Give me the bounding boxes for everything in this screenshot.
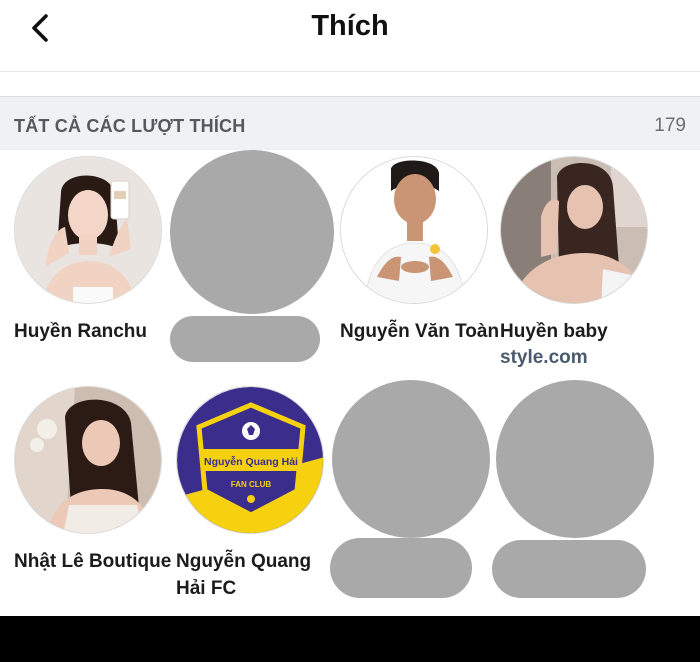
likes-grid: Huyền Ranchu Nguyễn Văn Toàn Huyền baby … xyxy=(0,150,700,616)
blurred-avatar[interactable] xyxy=(332,380,490,538)
liker-card-hidden[interactable] xyxy=(332,380,492,538)
avatar[interactable] xyxy=(14,386,162,534)
avatar[interactable] xyxy=(14,156,162,304)
likes-section-header: TẤT CẢ CÁC LƯỢT THÍCH 179 xyxy=(0,96,700,150)
liker-card-nguyen-quang-hai-fc[interactable]: Nguyễn Quang Hải FAN CLUB Nguyễn Quang H… xyxy=(176,386,336,602)
liker-name[interactable]: Nguyễn Văn Toàn xyxy=(340,318,500,345)
liker-card-nhat-le-boutique[interactable]: Nhật Lê Boutique xyxy=(14,386,174,575)
likes-count: 179 xyxy=(654,115,686,136)
redacted-name xyxy=(170,316,320,362)
liker-name[interactable]: Huyền baby xyxy=(500,318,660,345)
liker-name[interactable]: Nhật Lê Boutique xyxy=(14,548,174,575)
logo-tag: FAN CLUB xyxy=(231,480,272,489)
liker-card-hidden[interactable] xyxy=(170,150,334,314)
liker-name[interactable]: Nguyễn Quang Hải FC xyxy=(176,548,336,602)
page-title: Thích xyxy=(311,10,389,42)
avatar[interactable] xyxy=(340,156,488,304)
spacer xyxy=(0,72,700,96)
logo-title: Nguyễn Quang Hải xyxy=(204,455,298,468)
redacted-name xyxy=(492,540,646,598)
bottom-black-bar xyxy=(0,616,700,662)
liker-card-nguyen-van-toan[interactable]: Nguyễn Văn Toàn xyxy=(340,156,500,345)
liker-website-link[interactable]: style.com xyxy=(500,345,660,371)
redacted-name xyxy=(330,538,472,598)
avatar[interactable] xyxy=(500,156,648,304)
section-label: TẤT CẢ CÁC LƯỢT THÍCH xyxy=(14,116,246,136)
liker-name[interactable]: Huyền Ranchu xyxy=(14,318,174,345)
top-nav-bar: Thích xyxy=(0,0,700,72)
liker-card-huyen-ranchu[interactable]: Huyền Ranchu xyxy=(14,156,174,345)
blurred-avatar[interactable] xyxy=(170,150,334,314)
fan-club-logo-avatar[interactable]: Nguyễn Quang Hải FAN CLUB xyxy=(176,386,324,534)
liker-card-huyen-baby[interactable]: Huyền baby style.com xyxy=(500,156,660,371)
liker-card-hidden[interactable] xyxy=(496,380,656,538)
blurred-avatar[interactable] xyxy=(496,380,654,538)
